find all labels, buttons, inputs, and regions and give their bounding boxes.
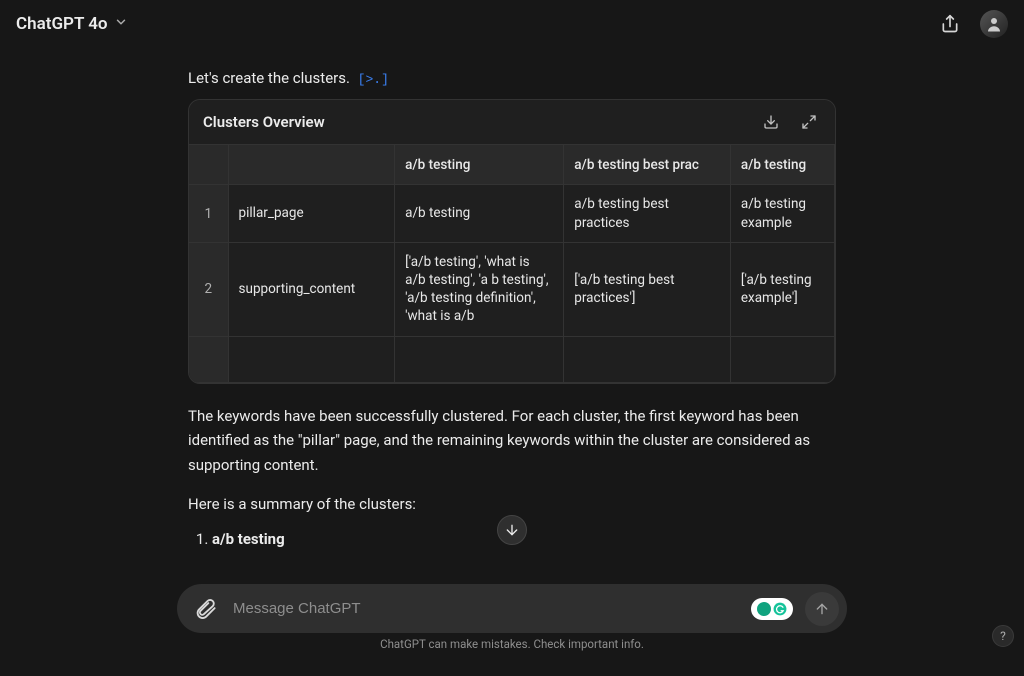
cell: [395, 336, 564, 382]
assistant-paragraph: Here is a summary of the clusters:: [188, 492, 836, 517]
table-row: 2 supporting_content ['a/b testing', 'wh…: [189, 242, 835, 336]
expand-icon: [801, 114, 817, 130]
col-ab-testing-best: a/b testing best prac: [564, 145, 731, 185]
top-actions: [936, 10, 1008, 38]
row-index: [189, 336, 228, 382]
row-index: 2: [189, 242, 228, 336]
arrow-up-icon: [814, 601, 830, 617]
share-button[interactable]: [936, 10, 964, 38]
table-header-row: a/b testing a/b testing best prac a/b te…: [189, 145, 835, 185]
arrow-down-icon: [504, 522, 520, 538]
cell: ['a/b testing best practices']: [564, 242, 731, 336]
message-input-bar: [177, 584, 847, 633]
help-button[interactable]: ?: [992, 625, 1014, 647]
avatar[interactable]: [980, 10, 1008, 38]
share-icon: [940, 14, 960, 34]
cell: a/b testing best practices: [564, 185, 731, 242]
top-bar: ChatGPT 4o: [0, 0, 1024, 48]
cell: [730, 336, 834, 382]
clusters-table: a/b testing a/b testing best prac a/b te…: [189, 145, 835, 383]
row-index: 1: [189, 185, 228, 242]
cell: a/b testing example: [730, 185, 834, 242]
card-tools: [759, 110, 821, 134]
row-label: pillar_page: [228, 185, 395, 242]
model-label: ChatGPT 4o: [16, 14, 108, 34]
expand-button[interactable]: [797, 110, 821, 134]
row-label: [228, 336, 395, 382]
cell: [564, 336, 731, 382]
table-wrap: a/b testing a/b testing best prac a/b te…: [189, 144, 835, 383]
grammarly-icon: [773, 602, 787, 616]
table-row-empty: [189, 336, 835, 382]
card-header: Clusters Overview: [189, 100, 835, 144]
assistant-paragraph: The keywords have been successfully clus…: [188, 404, 836, 478]
download-button[interactable]: [759, 110, 783, 134]
summary-item-label: a/b testing: [212, 530, 285, 548]
col-label: [228, 145, 395, 185]
send-button[interactable]: [805, 592, 839, 626]
code-analysis-chip[interactable]: [>.]: [358, 70, 389, 91]
assistant-message-intro: Let's create the clusters. [>.]: [152, 66, 872, 91]
user-icon: [985, 15, 1003, 33]
card-title: Clusters Overview: [203, 113, 325, 131]
footer-disclaimer: ChatGPT can make mistakes. Check importa…: [0, 637, 1024, 651]
clusters-card: Clusters Overview a/b testing a/b testin…: [188, 99, 836, 384]
cell: ['a/b testing example']: [730, 242, 834, 336]
attach-button[interactable]: [191, 594, 221, 624]
paperclip-icon: [195, 598, 217, 620]
col-index: [189, 145, 228, 185]
row-label: supporting_content: [228, 242, 395, 336]
extension-badge[interactable]: [751, 598, 793, 620]
message-input[interactable]: [229, 590, 743, 627]
table-row: 1 pillar_page a/b testing a/b testing be…: [189, 185, 835, 242]
download-icon: [763, 114, 779, 130]
model-picker[interactable]: ChatGPT 4o: [16, 14, 128, 34]
ext-dot-icon: [757, 602, 771, 616]
cell: ['a/b testing', 'what is a/b testing', '…: [395, 242, 564, 336]
col-ab-testing-3: a/b testing: [730, 145, 834, 185]
scroll-to-bottom-button[interactable]: [497, 515, 527, 545]
cell: a/b testing: [395, 185, 564, 242]
chevron-down-icon: [114, 14, 128, 34]
intro-text: Let's create the clusters.: [188, 69, 350, 87]
col-ab-testing: a/b testing: [395, 145, 564, 185]
